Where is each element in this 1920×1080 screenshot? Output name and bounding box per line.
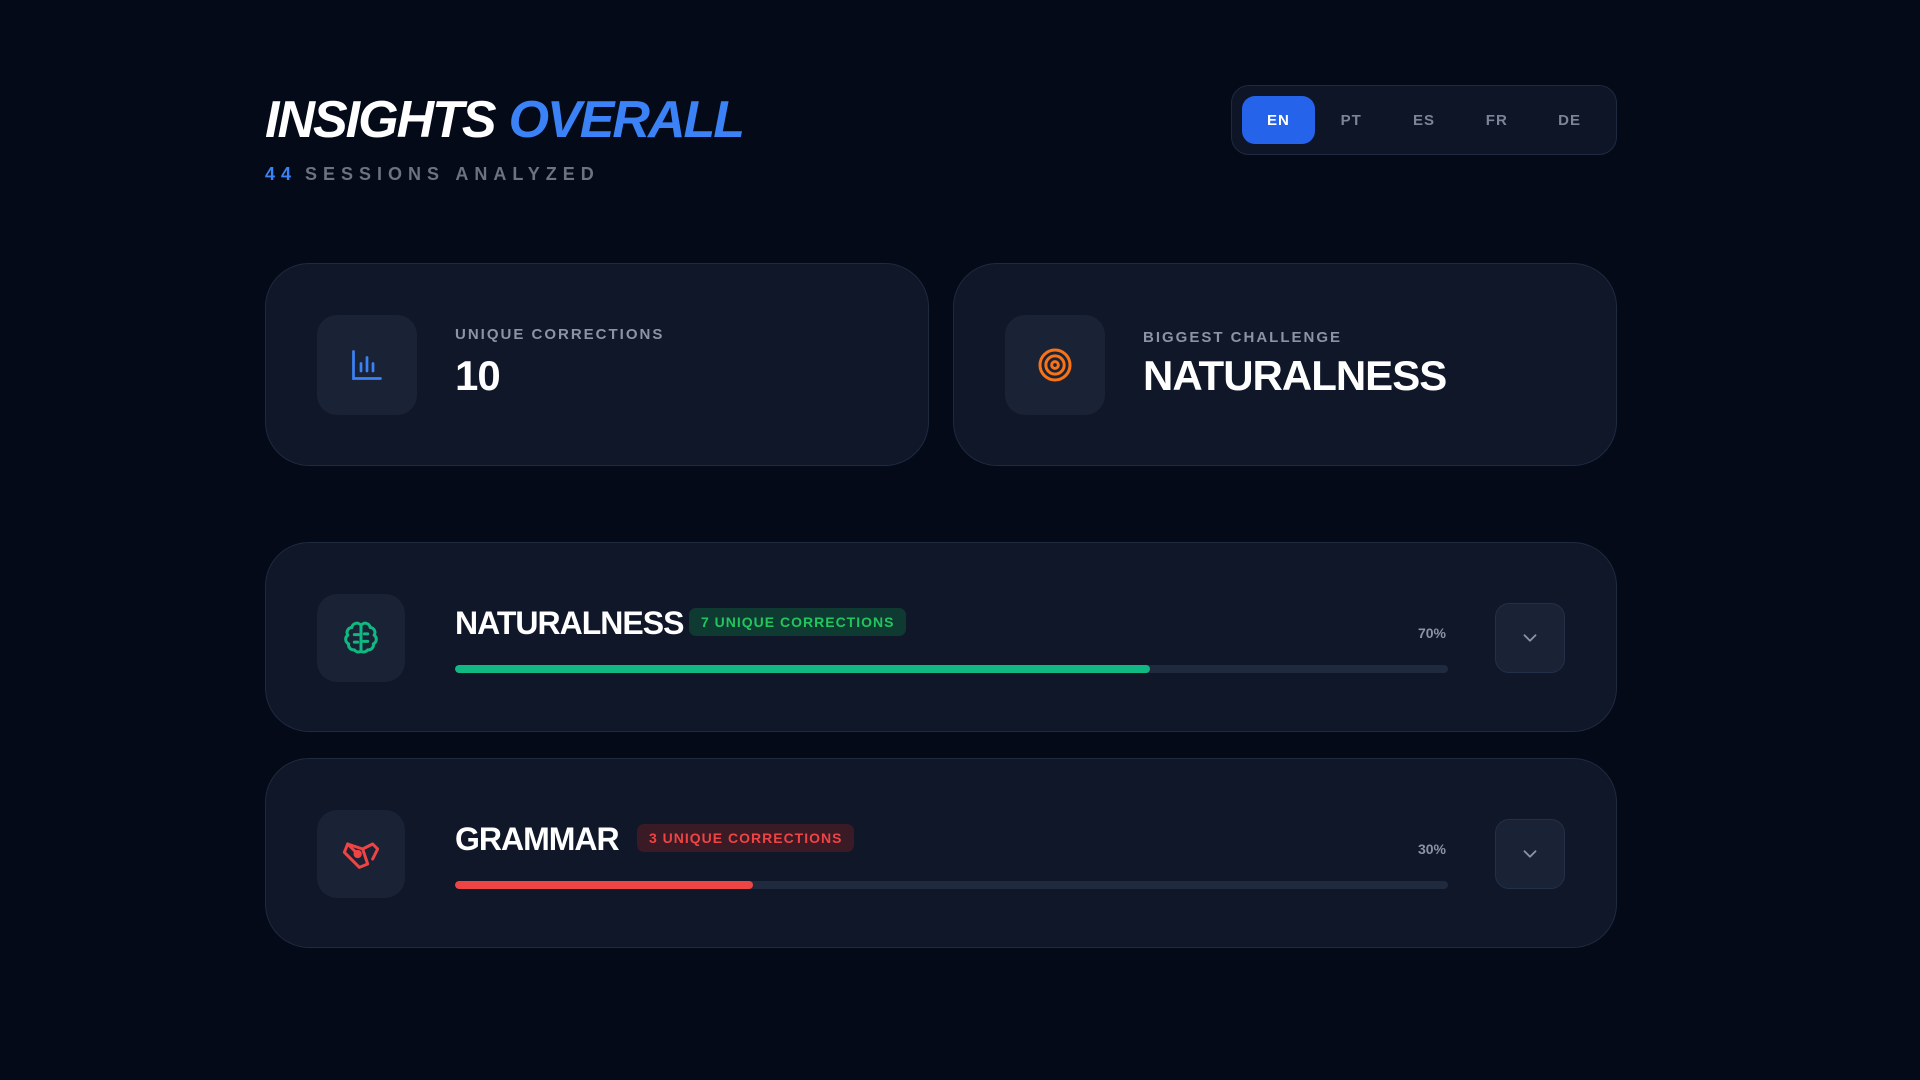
language-fr-button[interactable]: FR xyxy=(1460,96,1533,144)
category-badge: 7 UNIQUE CORRECTIONS xyxy=(689,608,907,636)
title-part2: OVERALL xyxy=(508,91,745,149)
category-percent: 70% xyxy=(1417,625,1446,641)
title-part1: INSIGHTS xyxy=(265,91,497,149)
unique-corrections-value: 10 xyxy=(455,352,501,399)
sessions-label: SESSIONS ANALYZED xyxy=(305,164,600,184)
language-pt-button[interactable]: PT xyxy=(1315,96,1388,144)
biggest-challenge-value: NATURALNESS xyxy=(1143,352,1447,399)
biggest-challenge-card: BIGGEST CHALLENGE NATURALNESS xyxy=(953,263,1617,466)
language-es-button[interactable]: ES xyxy=(1388,96,1461,144)
progress-fill xyxy=(455,665,1151,673)
pen-nib-icon xyxy=(317,810,405,898)
progress-track xyxy=(455,665,1448,673)
expand-button[interactable] xyxy=(1495,603,1565,673)
progress-fill xyxy=(455,881,753,889)
unique-corrections-label: UNIQUE CORRECTIONS xyxy=(455,326,665,343)
language-switcher: EN PT ES FR DE xyxy=(1231,85,1617,155)
chevron-down-icon xyxy=(1523,850,1537,858)
category-percent: 30% xyxy=(1417,841,1446,857)
bar-chart-icon xyxy=(317,315,417,415)
language-de-button[interactable]: DE xyxy=(1533,96,1606,144)
category-card-grammar: GRAMMAR 3 UNIQUE CORRECTIONS 30% xyxy=(265,758,1617,948)
category-card-naturalness: NATURALNESS 7 UNIQUE CORRECTIONS 70% xyxy=(265,542,1617,732)
category-name: NATURALNESS xyxy=(455,605,684,641)
brain-icon xyxy=(317,594,405,682)
target-icon xyxy=(1005,315,1105,415)
sessions-count: 44 xyxy=(265,164,298,184)
expand-button[interactable] xyxy=(1495,819,1565,889)
progress-track xyxy=(455,881,1448,889)
page-title: INSIGHTS OVERALL xyxy=(265,88,745,152)
insights-page: INSIGHTS OVERALL 44 SESSIONS ANALYZED EN P… xyxy=(0,0,1920,1080)
biggest-challenge-label: BIGGEST CHALLENGE xyxy=(1143,329,1343,346)
category-badge: 3 UNIQUE CORRECTIONS xyxy=(637,824,855,852)
category-name: GRAMMAR xyxy=(455,821,620,857)
language-en-button[interactable]: EN xyxy=(1242,96,1315,144)
chevron-down-icon xyxy=(1523,634,1537,642)
sessions-subtitle: 44 SESSIONS ANALYZED xyxy=(265,164,600,185)
unique-corrections-card: UNIQUE CORRECTIONS 10 xyxy=(265,263,929,466)
